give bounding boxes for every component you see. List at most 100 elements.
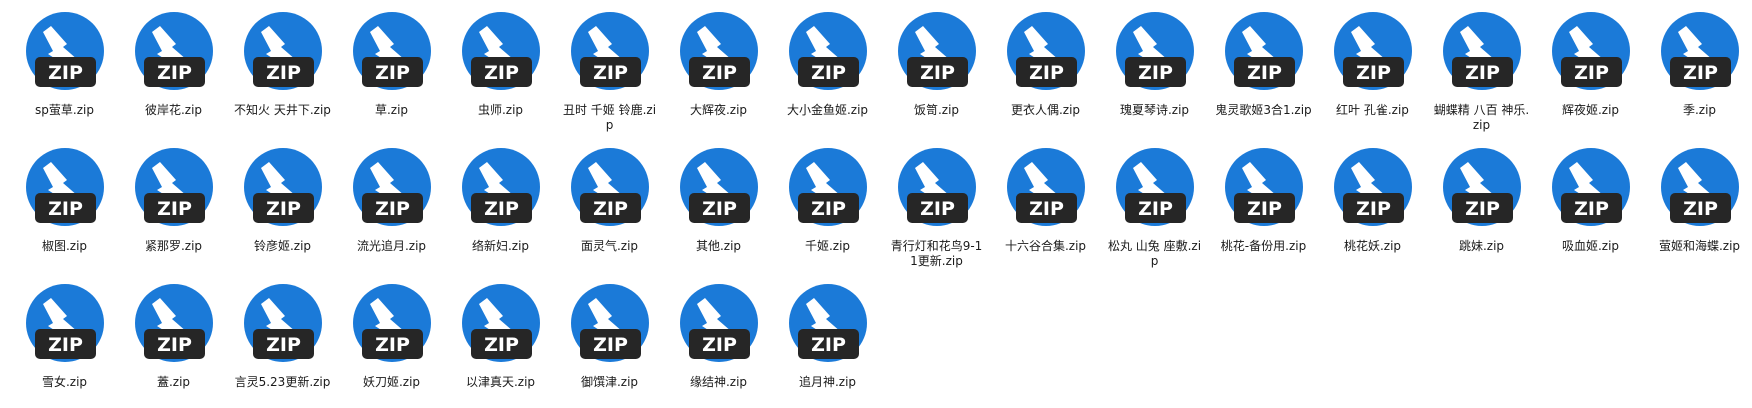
zip-badge-label: ZIP bbox=[702, 62, 737, 84]
file-item[interactable]: ZIP 更衣人偶.zip bbox=[991, 0, 1100, 136]
file-item[interactable]: ZIP 丑时 千姬 铃鹿.zip bbox=[555, 0, 664, 136]
zip-file-icon: ZIP bbox=[783, 146, 873, 236]
file-item[interactable]: ZIP 大小金鱼姬.zip bbox=[773, 0, 882, 136]
zip-badge-label: ZIP bbox=[375, 334, 410, 356]
file-item[interactable]: ZIP 吸血姬.zip bbox=[1536, 136, 1645, 272]
zip-file-icon: ZIP bbox=[1219, 10, 1309, 100]
zip-file-icon: ZIP bbox=[1001, 10, 1091, 100]
file-item[interactable]: ZIP 其他.zip bbox=[664, 136, 773, 272]
file-name-label: 虫师.zip bbox=[477, 103, 524, 117]
file-item[interactable]: ZIP sp萤草.zip bbox=[10, 0, 119, 136]
file-item[interactable]: ZIP 桃花-备份用.zip bbox=[1209, 136, 1318, 272]
zip-badge-label: ZIP bbox=[375, 198, 410, 220]
file-item[interactable]: ZIP 千姬.zip bbox=[773, 136, 882, 272]
file-name-label: 妖刀姬.zip bbox=[362, 375, 421, 389]
file-name-label: 蝴蝶精 八百 神乐.zip bbox=[1433, 103, 1530, 132]
file-name-label: 缘结神.zip bbox=[689, 375, 748, 389]
file-item[interactable]: ZIP 青行灯和花鸟9-11更新.zip bbox=[882, 136, 991, 272]
file-item[interactable]: ZIP 不知火 天井下.zip bbox=[228, 0, 337, 136]
zip-badge-label: ZIP bbox=[811, 198, 846, 220]
file-item[interactable]: ZIP 饭笥.zip bbox=[882, 0, 991, 136]
zip-badge-label: ZIP bbox=[1247, 198, 1282, 220]
file-item[interactable]: ZIP 鬼灵歌姬3合1.zip bbox=[1209, 0, 1318, 136]
zip-badge-label: ZIP bbox=[157, 62, 192, 84]
file-grid: ZIP sp萤草.zip ZIP 彼岸花.zip ZIP 不知火 天井下.zip bbox=[10, 0, 1752, 408]
zip-badge-label: ZIP bbox=[1683, 62, 1718, 84]
zip-badge-label: ZIP bbox=[484, 62, 519, 84]
file-name-label: 流光追月.zip bbox=[356, 239, 427, 253]
file-item[interactable]: ZIP 缘结神.zip bbox=[664, 272, 773, 408]
zip-file-icon: ZIP bbox=[456, 146, 546, 236]
zip-badge-label: ZIP bbox=[593, 334, 628, 356]
file-name-label: 其他.zip bbox=[695, 239, 742, 253]
file-item[interactable]: ZIP 十六谷合集.zip bbox=[991, 136, 1100, 272]
file-name-label: 紧那罗.zip bbox=[144, 239, 203, 253]
zip-badge-label: ZIP bbox=[593, 198, 628, 220]
file-item[interactable]: ZIP 妖刀姬.zip bbox=[337, 272, 446, 408]
file-item[interactable]: ZIP 蓋.zip bbox=[119, 272, 228, 408]
file-item[interactable]: ZIP 跳妹.zip bbox=[1427, 136, 1536, 272]
zip-badge-label: ZIP bbox=[702, 334, 737, 356]
zip-file-icon: ZIP bbox=[238, 146, 328, 236]
file-item[interactable]: ZIP 椒图.zip bbox=[10, 136, 119, 272]
file-name-label: 瑰夏琴诗.zip bbox=[1119, 103, 1190, 117]
zip-badge-label: ZIP bbox=[593, 62, 628, 84]
file-name-label: 雪女.zip bbox=[41, 375, 88, 389]
file-name-label: 彼岸花.zip bbox=[144, 103, 203, 117]
zip-badge-label: ZIP bbox=[1356, 198, 1391, 220]
file-item[interactable]: ZIP 季.zip bbox=[1645, 0, 1752, 136]
zip-badge-label: ZIP bbox=[920, 198, 955, 220]
file-name-label: 以津真天.zip bbox=[465, 375, 536, 389]
file-item[interactable]: ZIP 松丸 山兔 座敷.zip bbox=[1100, 136, 1209, 272]
zip-file-icon: ZIP bbox=[565, 146, 655, 236]
file-name-label: 言灵5.23更新.zip bbox=[234, 375, 331, 389]
zip-file-icon: ZIP bbox=[892, 146, 982, 236]
file-item[interactable]: ZIP 面灵气.zip bbox=[555, 136, 664, 272]
zip-file-icon: ZIP bbox=[347, 146, 437, 236]
zip-file-icon: ZIP bbox=[456, 282, 546, 372]
file-name-label: 络新妇.zip bbox=[471, 239, 530, 253]
file-name-label: 大辉夜.zip bbox=[689, 103, 748, 117]
file-item[interactable]: ZIP 紧那罗.zip bbox=[119, 136, 228, 272]
file-name-label: 桃花-备份用.zip bbox=[1220, 239, 1307, 253]
file-item[interactable]: ZIP 雪女.zip bbox=[10, 272, 119, 408]
file-name-label: 面灵气.zip bbox=[580, 239, 639, 253]
file-name-label: 草.zip bbox=[374, 103, 409, 117]
zip-file-icon: ZIP bbox=[129, 10, 219, 100]
file-item[interactable]: ZIP 红叶 孔雀.zip bbox=[1318, 0, 1427, 136]
file-item[interactable]: ZIP 瑰夏琴诗.zip bbox=[1100, 0, 1209, 136]
zip-badge-label: ZIP bbox=[1465, 198, 1500, 220]
file-item[interactable]: ZIP 以津真天.zip bbox=[446, 272, 555, 408]
zip-file-icon: ZIP bbox=[1546, 10, 1636, 100]
zip-file-icon: ZIP bbox=[1328, 146, 1418, 236]
zip-file-icon: ZIP bbox=[565, 10, 655, 100]
file-item[interactable]: ZIP 大辉夜.zip bbox=[664, 0, 773, 136]
file-item[interactable]: ZIP 草.zip bbox=[337, 0, 446, 136]
file-name-label: 椒图.zip bbox=[41, 239, 88, 253]
zip-badge-label: ZIP bbox=[484, 198, 519, 220]
file-item[interactable]: ZIP 络新妇.zip bbox=[446, 136, 555, 272]
zip-badge-label: ZIP bbox=[811, 334, 846, 356]
file-item[interactable]: ZIP 言灵5.23更新.zip bbox=[228, 272, 337, 408]
file-item[interactable]: ZIP 辉夜姬.zip bbox=[1536, 0, 1645, 136]
zip-file-icon: ZIP bbox=[1110, 146, 1200, 236]
file-item[interactable]: ZIP 萤姬和海蝶.zip bbox=[1645, 136, 1752, 272]
file-item[interactable]: ZIP 彼岸花.zip bbox=[119, 0, 228, 136]
file-item[interactable]: ZIP 流光追月.zip bbox=[337, 136, 446, 272]
zip-badge-label: ZIP bbox=[266, 334, 301, 356]
file-item[interactable]: ZIP 追月神.zip bbox=[773, 272, 882, 408]
zip-badge-label: ZIP bbox=[1247, 62, 1282, 84]
file-item[interactable]: ZIP 蝴蝶精 八百 神乐.zip bbox=[1427, 0, 1536, 136]
zip-badge-label: ZIP bbox=[157, 334, 192, 356]
zip-file-icon: ZIP bbox=[456, 10, 546, 100]
file-item[interactable]: ZIP 桃花妖.zip bbox=[1318, 136, 1427, 272]
file-item[interactable]: ZIP 铃彦姬.zip bbox=[228, 136, 337, 272]
file-name-label: 跳妹.zip bbox=[1458, 239, 1505, 253]
zip-file-icon: ZIP bbox=[674, 146, 764, 236]
file-item[interactable]: ZIP 御馔津.zip bbox=[555, 272, 664, 408]
file-name-label: 追月神.zip bbox=[798, 375, 857, 389]
file-name-label: 御馔津.zip bbox=[580, 375, 639, 389]
zip-badge-label: ZIP bbox=[1138, 62, 1173, 84]
file-item[interactable]: ZIP 虫师.zip bbox=[446, 0, 555, 136]
zip-badge-label: ZIP bbox=[1574, 62, 1609, 84]
